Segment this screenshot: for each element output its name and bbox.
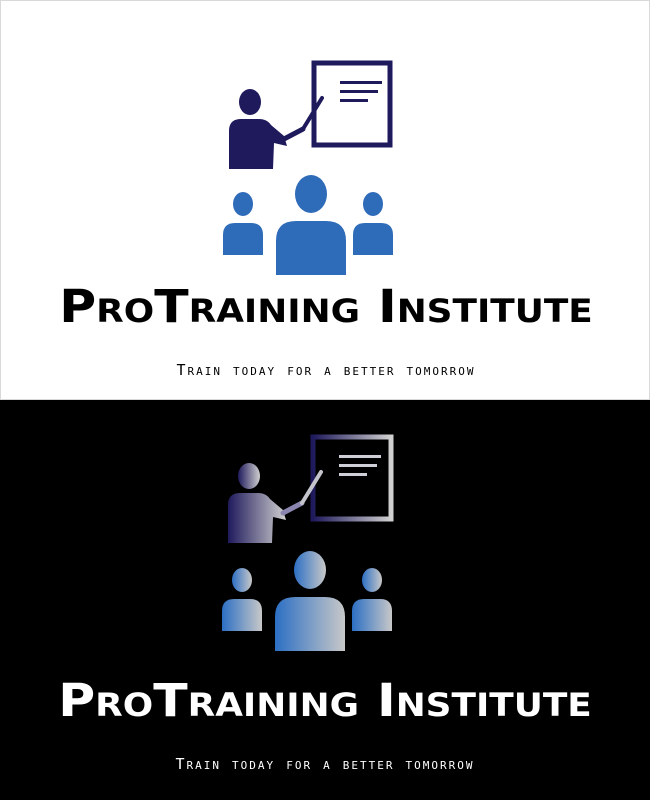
whiteboard-icon	[311, 60, 393, 148]
logo-light-version: ProTraining Institute Train today for a b…	[0, 0, 650, 400]
brand-name-part2: Institute	[376, 674, 592, 727]
training-emblem-dark	[222, 434, 394, 651]
brand-name-part1: ProTraining	[58, 674, 360, 727]
brand-name: ProTraining Institute	[0, 678, 650, 723]
training-emblem-light	[223, 60, 393, 275]
tagline: Train today for a better tomorrow	[176, 361, 476, 379]
audience-icon	[222, 551, 392, 651]
logo-dark-version: ProTraining Institute Train today for a b…	[0, 400, 650, 800]
audience-icon	[223, 175, 393, 275]
tagline: Train today for a better tomorrow	[175, 755, 475, 773]
brand-name: ProTraining Institute	[1, 284, 649, 329]
brand-name-part1: ProTraining	[59, 280, 361, 333]
presenter-icon	[228, 463, 323, 543]
brand-name-part2: Institute	[377, 280, 593, 333]
presenter-icon	[229, 89, 324, 169]
whiteboard-icon	[310, 434, 394, 522]
